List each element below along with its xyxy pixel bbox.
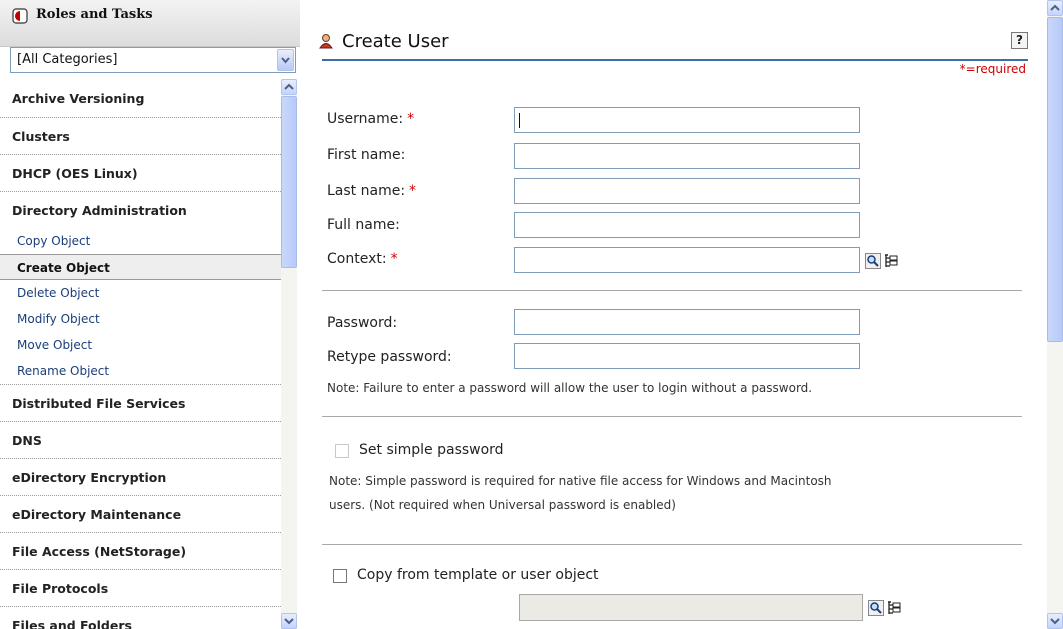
username-input[interactable] <box>514 107 860 133</box>
chevron-down-icon[interactable] <box>277 49 294 71</box>
first-name-input[interactable] <box>514 143 860 169</box>
nav-task-rename-object[interactable]: Rename Object <box>0 358 283 384</box>
help-button[interactable]: ? <box>1011 32 1028 49</box>
help-icon: ? <box>1016 33 1023 47</box>
nav-category-edirectory-maintenance[interactable]: eDirectory Maintenance <box>0 495 283 532</box>
nav-category-dns[interactable]: DNS <box>0 421 283 458</box>
full-name-input[interactable] <box>514 212 860 238</box>
last-name-input[interactable] <box>514 178 860 204</box>
retype-password-label-text: Retype password: <box>327 349 452 365</box>
template-object-input <box>519 594 863 621</box>
nav-task-copy-object[interactable]: Copy Object <box>0 228 283 254</box>
nav-category-directory-administration[interactable]: Directory Administration <box>0 191 283 228</box>
first-name-label: First name: <box>327 147 405 163</box>
required-marker: * <box>390 251 398 267</box>
scroll-down-button[interactable] <box>1047 613 1063 629</box>
nav-category-edirectory-encryption[interactable]: eDirectory Encryption <box>0 458 283 495</box>
nav-scroll-thumb[interactable] <box>281 96 297 268</box>
task-nav-list: Archive Versioning Clusters DHCP (OES Linu… <box>0 80 283 629</box>
scroll-down-button[interactable] <box>281 613 297 629</box>
username-label-text: Username: <box>327 111 404 127</box>
nav-category-dhcp-oes-linux[interactable]: DHCP (OES Linux) <box>0 154 283 191</box>
nav-category-archive-versioning[interactable]: Archive Versioning <box>0 80 283 117</box>
nav-scrollbar[interactable] <box>281 79 297 629</box>
nav-task-move-object[interactable]: Move Object <box>0 332 283 358</box>
last-name-label-text: Last name: <box>327 183 406 199</box>
category-select[interactable]: [All Categories] <box>10 47 296 73</box>
scroll-up-button[interactable] <box>281 79 297 95</box>
main-scrollbar[interactable] <box>1047 0 1063 629</box>
nav-task-delete-object[interactable]: Delete Object <box>0 280 283 306</box>
section-divider <box>322 544 1022 545</box>
roles-tasks-icon <box>12 8 28 24</box>
page-title: Create User <box>342 31 449 52</box>
section-divider <box>322 416 1022 417</box>
password-label: Password: <box>327 315 397 331</box>
search-icon[interactable] <box>865 253 881 269</box>
search-icon[interactable] <box>868 600 884 616</box>
required-note: *=required <box>959 62 1026 76</box>
nav-category-file-protocols[interactable]: File Protocols <box>0 569 283 606</box>
main-scroll-thumb[interactable] <box>1047 17 1063 342</box>
required-marker: * <box>407 111 415 127</box>
nav-category-distributed-file-services[interactable]: Distributed File Services <box>0 384 283 421</box>
first-name-label-text: First name: <box>327 147 406 163</box>
full-name-label-text: Full name: <box>327 217 400 233</box>
full-name-label: Full name: <box>327 217 400 233</box>
required-marker: * <box>409 183 417 199</box>
copy-template-label: Copy from template or user object <box>357 567 599 583</box>
nav-category-file-access-netstorage[interactable]: File Access (NetStorage) <box>0 532 283 569</box>
scroll-up-button[interactable] <box>1047 0 1063 16</box>
nav-category-clusters[interactable]: Clusters <box>0 117 283 154</box>
object-browser-icon[interactable] <box>886 600 902 616</box>
password-note: Note: Failure to enter a password will a… <box>327 381 813 395</box>
section-divider <box>322 290 1022 291</box>
text-cursor <box>519 113 520 128</box>
password-input[interactable] <box>514 309 860 335</box>
roles-tasks-panel: Roles and Tasks [All Categories] Archive… <box>0 0 300 629</box>
simple-password-note-line2: users. (Not required when Universal pass… <box>329 498 676 512</box>
last-name-label: Last name: * <box>327 183 416 199</box>
roles-tasks-title: Roles and Tasks <box>36 7 153 22</box>
simple-password-note-line1: Note: Simple password is required for na… <box>329 474 832 488</box>
roles-tasks-header: Roles and Tasks <box>0 0 300 47</box>
simple-password-checkbox[interactable] <box>335 444 349 458</box>
title-divider <box>322 59 1028 61</box>
username-label: Username: * <box>327 111 414 127</box>
create-user-form: Create User ? *=required Username: * Firs… <box>300 0 1063 629</box>
simple-password-label: Set simple password <box>359 442 504 458</box>
nav-task-modify-object[interactable]: Modify Object <box>0 306 283 332</box>
retype-password-input[interactable] <box>514 343 860 369</box>
nav-task-create-object[interactable]: Create Object <box>0 254 283 280</box>
user-icon <box>319 34 333 49</box>
copy-template-checkbox[interactable] <box>333 569 347 583</box>
context-label: Context: * <box>327 251 398 267</box>
password-label-text: Password: <box>327 315 398 331</box>
category-select-value: [All Categories] <box>17 52 118 67</box>
object-browser-icon[interactable] <box>883 253 899 269</box>
context-label-text: Context: <box>327 251 387 267</box>
context-input[interactable] <box>514 247 860 273</box>
retype-password-label: Retype password: <box>327 349 452 365</box>
nav-category-files-and-folders[interactable]: Files and Folders <box>0 606 283 629</box>
